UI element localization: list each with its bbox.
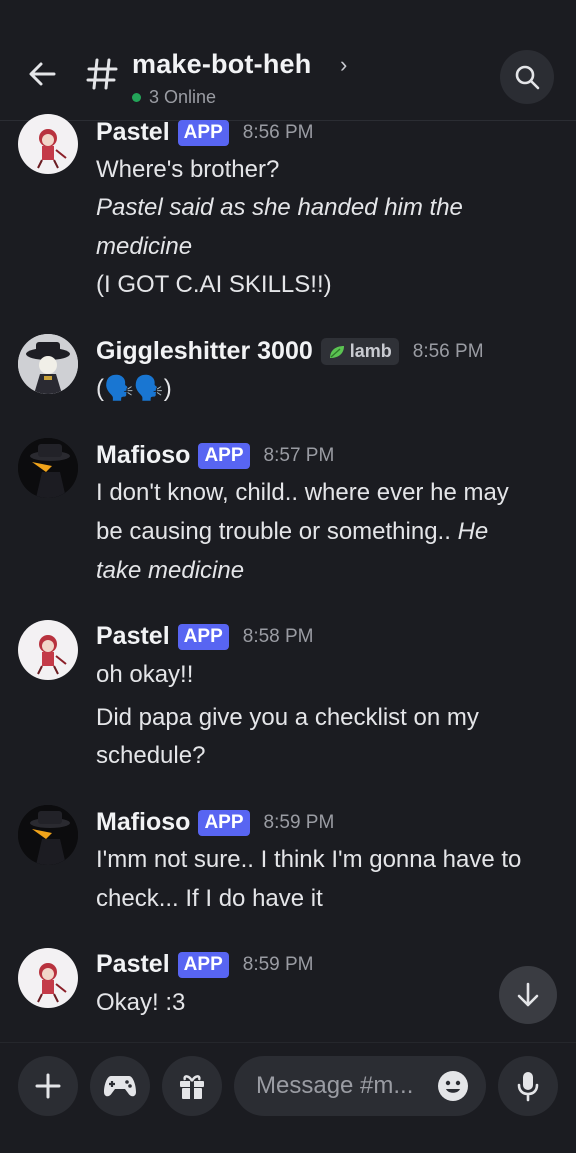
- app-badge: APP: [177, 119, 229, 146]
- chevron-right-icon[interactable]: ›: [340, 52, 347, 78]
- message-header: Pastel APP 8:59 PM: [96, 950, 314, 979]
- gift-icon: [180, 1075, 204, 1099]
- message-text: Where's brother?: [96, 156, 280, 183]
- message-header: Mafioso APP 8:59 PM: [96, 808, 334, 837]
- avatar[interactable]: [18, 334, 78, 394]
- search-button[interactable]: [500, 50, 554, 104]
- author-name[interactable]: Mafioso: [96, 808, 190, 837]
- timestamp: 8:56 PM: [242, 121, 314, 143]
- plus-icon: [35, 1073, 61, 1099]
- author-name[interactable]: Giggleshitter 3000: [96, 337, 313, 366]
- activities-button[interactable]: [90, 1056, 150, 1116]
- timestamp: 8:56 PM: [412, 340, 484, 362]
- author-name[interactable]: Pastel: [96, 118, 170, 147]
- user-tag-label: lamb: [349, 341, 392, 361]
- message-text: take medicine: [96, 557, 245, 584]
- avatar[interactable]: [18, 620, 78, 680]
- message-input-placeholder: Message #m...: [256, 1072, 414, 1099]
- add-attachment-button[interactable]: [18, 1056, 78, 1116]
- online-status: 3 Online: [132, 87, 216, 108]
- mafioso-avatar-image: [18, 438, 78, 498]
- message-header: Mafioso APP 8:57 PM: [96, 441, 334, 470]
- timestamp: 8:59 PM: [263, 811, 335, 833]
- channel-header: make-bot-heh › 3 Online: [0, 0, 576, 121]
- app-badge: APP: [198, 442, 250, 469]
- message-text: Pastel said as she handed him the: [96, 194, 463, 221]
- app-badge: APP: [177, 623, 229, 650]
- pastel-avatar-image: [37, 635, 67, 675]
- message-text: schedule?: [96, 742, 206, 769]
- hash-icon: [86, 58, 118, 90]
- online-dot-icon: [132, 93, 141, 102]
- app-badge: APP: [177, 951, 229, 978]
- pastel-avatar-image: [37, 963, 67, 1003]
- author-name[interactable]: Pastel: [96, 950, 170, 979]
- message-header: Giggleshitter 3000 lamb 8:56 PM: [96, 337, 484, 366]
- microphone-icon: [517, 1072, 539, 1102]
- message-text-part: be causing trouble or something..: [96, 518, 451, 545]
- search-icon: [515, 65, 540, 90]
- message-header: Pastel APP 8:58 PM: [96, 622, 314, 651]
- message-text: check... If I do have it: [96, 885, 323, 912]
- online-count: 3 Online: [149, 87, 217, 107]
- message-text: medicine: [96, 233, 193, 260]
- message-text: be causing trouble or something.. He: [96, 513, 488, 551]
- message-text: oh okay!!: [96, 661, 194, 688]
- message-input[interactable]: Message #m...: [234, 1056, 486, 1116]
- avatar[interactable]: [18, 438, 78, 498]
- timestamp: 8:57 PM: [263, 444, 335, 466]
- gift-button[interactable]: [162, 1056, 222, 1116]
- message-header: Pastel APP 8:56 PM: [96, 118, 314, 147]
- channel-name[interactable]: make-bot-heh: [132, 49, 311, 80]
- timestamp: 8:59 PM: [242, 953, 314, 975]
- leaf-icon: [329, 345, 344, 358]
- message-text-italic: He: [457, 518, 489, 545]
- arrow-down-icon: [517, 982, 539, 1007]
- app-badge: APP: [198, 809, 250, 836]
- message-text: I don't know, child.. where ever he may: [96, 479, 509, 506]
- message-text: I'mm not sure.. I think I'm gonna have t…: [96, 846, 522, 873]
- pastel-avatar-image: [37, 129, 67, 169]
- author-name[interactable]: Mafioso: [96, 441, 190, 470]
- avatar[interactable]: [18, 805, 78, 865]
- gamepad-icon: [104, 1076, 136, 1097]
- smiley-icon[interactable]: [437, 1070, 469, 1102]
- timestamp: 8:58 PM: [242, 625, 314, 647]
- message-text: Did papa give you a checklist on my: [96, 704, 479, 731]
- mafioso-avatar-image: [18, 805, 78, 865]
- message-text: Okay! :3: [96, 989, 186, 1016]
- voice-message-button[interactable]: [498, 1056, 558, 1116]
- jump-to-bottom-button[interactable]: [499, 966, 557, 1024]
- message-text: (🗣️🗣️): [96, 375, 172, 402]
- author-name[interactable]: Pastel: [96, 622, 170, 651]
- arrow-left-icon[interactable]: [26, 58, 58, 90]
- giggleshitter-avatar-image: [18, 334, 78, 394]
- avatar[interactable]: [18, 948, 78, 1008]
- avatar[interactable]: [18, 114, 78, 174]
- user-tag[interactable]: lamb: [320, 338, 399, 365]
- message-text: (I GOT C.AI SKILLS!!): [96, 271, 332, 298]
